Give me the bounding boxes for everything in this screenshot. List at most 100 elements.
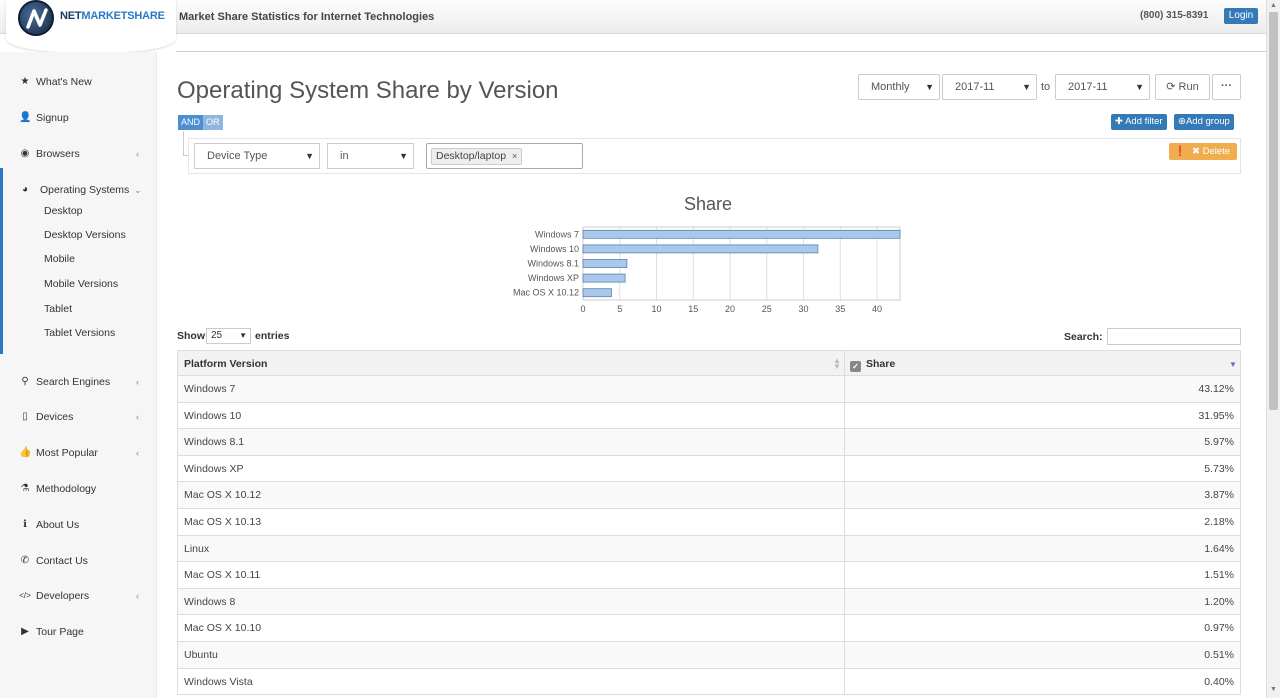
more-options-button[interactable]: ··· — [1212, 74, 1241, 100]
scrollbar-thumb[interactable] — [1269, 12, 1278, 410]
add-filter-button[interactable]: ✚ Add filter — [1111, 114, 1167, 130]
sidebar-item-devices[interactable]: ▯ Devices ‹ — [0, 407, 157, 427]
chevron-down-icon: ▼ — [305, 151, 314, 161]
sidebar-subitem-mobile-versions[interactable]: Mobile Versions — [44, 275, 118, 293]
delete-filter-button[interactable]: ❗ ✖ Delete — [1169, 143, 1237, 160]
from-date-select[interactable]: 2017-11 ▼ — [942, 74, 1037, 100]
chevron-left-icon: ‹ — [136, 591, 139, 601]
logo[interactable]: NETMARKETSHARE — [6, 0, 176, 52]
to-label: to — [1041, 81, 1051, 93]
search-icon: ⚲ — [21, 376, 29, 387]
x-tick-label: 30 — [799, 304, 809, 314]
share-cell: 5.73% — [1204, 462, 1234, 475]
x-tick-label: 20 — [725, 304, 735, 314]
chevron-left-icon: ‹ — [136, 412, 139, 422]
sidebar-subitem-desktop-versions[interactable]: Desktop Versions — [44, 226, 126, 244]
x-tick-label: 10 — [652, 304, 662, 314]
page-size-select[interactable]: 25 ▼ — [206, 328, 251, 344]
user-plus-icon: 👤 — [19, 112, 32, 123]
share-cell: 2.18% — [1204, 515, 1234, 528]
sidebar-item-label: About Us — [36, 519, 80, 531]
bar-windows-10[interactable] — [582, 244, 819, 254]
sidebar-item-what-s-new[interactable]: ★ What's New — [0, 72, 157, 92]
sidebar-item-operating-systems[interactable]: ◕ Operating Systems ⌄ — [0, 180, 157, 200]
table-row: Windows 8 1.20% — [177, 588, 1241, 616]
y-category-label: Windows 10 — [530, 244, 579, 254]
logo-mark-icon — [18, 0, 54, 36]
filter-field-select[interactable]: Device Type ▼ — [194, 143, 320, 169]
chevron-down-icon: ▼ — [399, 151, 408, 161]
warning-icon: ❗ — [1174, 146, 1186, 157]
platform-cell: Windows 10 — [184, 409, 242, 422]
search-label: Search: — [1064, 331, 1103, 343]
login-button[interactable]: Login — [1224, 8, 1258, 24]
play-circle-icon: ▶ — [21, 626, 29, 637]
scroll-down-icon[interactable]: ▼ — [1270, 686, 1277, 693]
platform-cell: Mac OS X 10.11 — [184, 569, 261, 582]
sidebar-subitem-desktop[interactable]: Desktop — [44, 202, 83, 220]
table-row: Windows 8.1 5.97% — [177, 429, 1241, 456]
sidebar-item-signup[interactable]: 👤 Signup — [0, 108, 157, 128]
y-category-label: Windows XP — [528, 273, 579, 283]
checkbox-icon[interactable]: ✓ — [850, 361, 861, 372]
column-header-share[interactable]: ✓ Share — [850, 351, 895, 377]
to-date-select[interactable]: 2017-11 ▼ — [1055, 74, 1150, 100]
sidebar-item-label: Tour Page — [36, 626, 84, 638]
filter-value-input[interactable]: Desktop/laptop × — [426, 143, 583, 169]
and-or-toggle[interactable]: AND OR — [178, 115, 223, 130]
sidebar-item-search-engines[interactable]: ⚲ Search Engines ‹ — [0, 372, 157, 392]
info-icon: ℹ — [23, 519, 27, 530]
sidebar: ★ What's New 👤 Signup ◉ Browsers ‹ ◕ Operating S… — [0, 52, 157, 698]
sidebar-item-most-popular[interactable]: 👍 Most Popular ‹ — [0, 443, 157, 463]
platform-cell: Mac OS X 10.13 — [184, 515, 262, 528]
share-cell: 3.87% — [1204, 489, 1234, 502]
bar-mac-os-x-10-12[interactable] — [582, 288, 612, 298]
column-divider — [844, 455, 845, 482]
column-divider — [844, 562, 845, 588]
entries-label: entries — [255, 330, 290, 342]
sort-descending-icon[interactable]: ▼ — [1229, 360, 1237, 369]
flask-icon: ⚗ — [20, 483, 30, 494]
sidebar-item-label: Browsers — [36, 148, 80, 160]
bar-windows-7[interactable] — [582, 229, 901, 239]
vertical-scrollbar[interactable]: ▲ ▼ — [1266, 0, 1280, 698]
share-cell: 0.40% — [1204, 675, 1234, 688]
period-select[interactable]: Monthly ▼ — [858, 74, 940, 100]
table-row: Windows XP 5.73% — [177, 455, 1241, 483]
filter-operator-select[interactable]: in ▼ — [327, 143, 414, 169]
sidebar-item-methodology[interactable]: ⚗ Methodology — [0, 479, 157, 499]
sidebar-item-developers[interactable]: </> Developers ‹ — [0, 586, 157, 606]
share-cell: 1.20% — [1204, 595, 1234, 608]
sort-icon[interactable]: ▲ ▼ — [833, 357, 841, 371]
sidebar-item-about-us[interactable]: ℹ About Us — [0, 515, 157, 535]
search-input[interactable] — [1107, 328, 1241, 345]
sidebar-subitem-tablet-versions[interactable]: Tablet Versions — [44, 324, 115, 342]
or-button[interactable]: OR — [203, 115, 223, 130]
refresh-icon: ⟳ — [1166, 81, 1176, 93]
chevron-left-icon: ‹ — [136, 149, 139, 159]
x-tick-label: 35 — [835, 304, 845, 314]
run-button[interactable]: ⟳ Run — [1155, 74, 1210, 100]
share-cell: 31.95% — [1198, 409, 1234, 422]
remove-tag-icon[interactable]: × — [512, 151, 517, 161]
add-group-button[interactable]: ⊕Add group — [1174, 114, 1234, 130]
sidebar-subitem-tablet[interactable]: Tablet — [44, 300, 72, 318]
chevron-left-icon: ‹ — [136, 448, 139, 458]
plus-icon: ✚ — [1115, 116, 1123, 127]
column-header-platform[interactable]: Platform Version — [184, 351, 267, 377]
bar-windows-xp[interactable] — [582, 273, 626, 283]
x-tick-label: 5 — [617, 304, 622, 314]
and-button[interactable]: AND — [178, 115, 204, 130]
sidebar-item-label: Methodology — [36, 483, 97, 495]
sidebar-item-browsers[interactable]: ◉ Browsers ‹ — [0, 144, 157, 164]
sidebar-item-contact-us[interactable]: ✆ Contact Us — [0, 551, 157, 571]
column-divider — [844, 429, 845, 455]
sidebar-subitem-mobile[interactable]: Mobile — [44, 250, 75, 268]
chevron-down-icon: ▼ — [925, 82, 934, 92]
sidebar-item-label: What's New — [36, 76, 92, 88]
show-label: Show — [177, 330, 205, 342]
scroll-up-icon[interactable]: ▲ — [1270, 2, 1277, 9]
bar-windows-8-1[interactable] — [582, 259, 628, 268]
sidebar-item-tour-page[interactable]: ▶ Tour Page — [0, 622, 157, 642]
table-row: Windows Vista 0.40% — [177, 668, 1241, 696]
